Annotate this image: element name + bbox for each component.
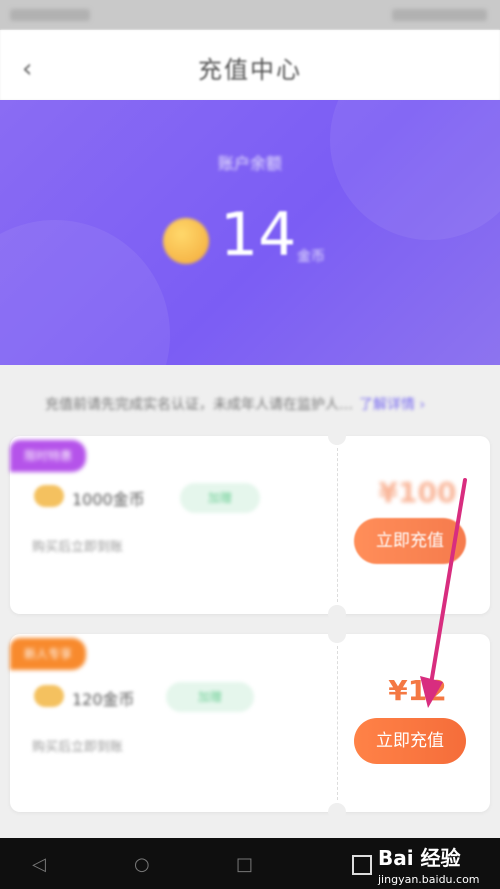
balance-unit: 金币 [297, 249, 325, 265]
status-left [10, 9, 90, 21]
nav-back-icon[interactable]: ◁ [32, 854, 46, 875]
package-card: 限时特惠 1000金币 加赠 购买后立即到账 ¥100 立即充值 [10, 427, 490, 623]
bonus-badge: 加赠 [180, 483, 260, 513]
page-title: 充值中心 [198, 56, 302, 84]
coin-icon [34, 485, 64, 507]
status-bar [0, 0, 500, 30]
card-divider [337, 448, 338, 602]
package-desc: 购买后立即到账 [32, 540, 124, 555]
notice-text: 充值前请先完成实名认证，未成年人请在监护人… [45, 397, 353, 413]
coin-icon [34, 685, 64, 707]
balance-banner: 账户余额 14 金币 [0, 100, 500, 365]
decor-bubble [0, 220, 170, 365]
card-notch [328, 605, 346, 623]
app-header: ‹ 充值中心 [0, 30, 500, 100]
package-desc: 购买后立即到账 [32, 740, 124, 755]
card-divider [337, 646, 338, 800]
nav-recents-icon[interactable]: □ [236, 854, 253, 875]
balance-value: 14 [220, 200, 297, 270]
card-notch [328, 803, 346, 821]
notice-link[interactable]: 了解详情 › [359, 397, 425, 413]
package-card: 新人专享 120金币 加赠 购买后立即到账 ¥12 立即充值 [10, 625, 490, 821]
checkbox-icon [352, 855, 372, 875]
watermark: Bai 经验 jingyan.baidu.com [378, 842, 480, 886]
package-price: ¥100 [378, 476, 457, 509]
watermark-brand: Bai 经验 [378, 846, 461, 870]
status-right [392, 9, 487, 21]
card-notch [328, 625, 346, 643]
recharge-button[interactable]: 立即充值 [354, 718, 466, 764]
bonus-badge: 加赠 [166, 682, 254, 712]
package-name: 120金币 [72, 690, 135, 709]
package-name: 1000金币 [72, 490, 145, 509]
watermark-url: jingyan.baidu.com [378, 873, 480, 886]
nav-home-icon[interactable]: ○ [134, 854, 150, 875]
card-notch [328, 427, 346, 445]
package-price: ¥12 [388, 674, 447, 707]
package-tag: 新人专享 [10, 638, 87, 670]
coin-icon [163, 218, 209, 264]
recharge-notice: 充值前请先完成实名认证，未成年人请在监护人… 了解详情 › [45, 394, 425, 414]
recharge-button[interactable]: 立即充值 [354, 518, 466, 564]
package-tag: 限时特惠 [10, 440, 87, 472]
balance-label: 账户余额 [217, 154, 282, 173]
